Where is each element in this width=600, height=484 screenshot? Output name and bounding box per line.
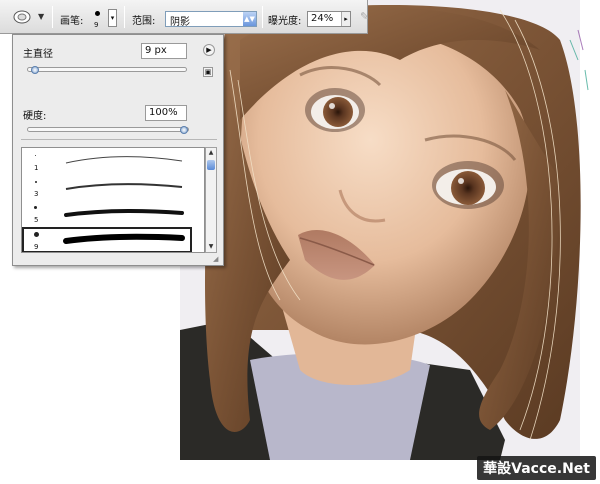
tool-preset-arrow-icon[interactable]: ▼ [38, 12, 44, 21]
brush-size-text: 9 [94, 21, 99, 29]
exposure-slider-button[interactable]: ▸ [341, 12, 350, 26]
brush-tip-icon [35, 155, 36, 156]
brush-preset-item-selected[interactable]: 9 [22, 227, 192, 252]
watermark: 華設Vacce.Net [477, 456, 596, 480]
hardness-slider[interactable] [27, 126, 189, 134]
divider [21, 139, 217, 140]
scroll-down-icon[interactable]: ▼ [206, 242, 216, 252]
slider-thumb[interactable] [180, 126, 188, 134]
brush-preset-list: 1 3 5 9 [21, 147, 205, 253]
brush-picker-panel: 主直径 9 px ▶ ▣ 硬度: 100% 1 3 5 9 ▲ ▼ ◢ [12, 34, 224, 266]
brush-stroke-preview [64, 208, 184, 217]
brush-tip-icon [95, 11, 100, 16]
brush-preset-size: 1 [34, 164, 39, 172]
hardness-input[interactable]: 100% [145, 105, 187, 121]
range-select[interactable]: 阴影 ▲▼ [165, 11, 257, 28]
master-diameter-slider[interactable] [27, 66, 187, 74]
panel-menu-arrow-icon[interactable]: ▶ [203, 44, 215, 56]
resize-grip-icon[interactable]: ◢ [213, 255, 221, 263]
brush-preview[interactable]: 9 [92, 8, 104, 30]
brush-tip-icon [34, 232, 39, 237]
brush-preset-item[interactable]: 1 [22, 149, 192, 175]
brush-label: 画笔: [60, 16, 84, 27]
brush-preset-size: 3 [34, 190, 39, 198]
divider [262, 6, 263, 28]
brush-picker-button[interactable]: ▾ [108, 9, 117, 27]
master-diameter-label: 主直径 [23, 49, 53, 60]
master-diameter-input[interactable]: 9 px [141, 43, 187, 59]
save-preset-icon[interactable]: ▣ [203, 67, 213, 77]
brush-preset-item[interactable]: 5 [22, 201, 192, 227]
divider [52, 6, 53, 28]
chevron-down-icon: ▲▼ [243, 12, 256, 26]
brush-tip-icon [35, 181, 37, 183]
options-bar: ▼ 画笔: 9 ▾ 范围: 阴影 ▲▼ 曝光度: 24% ▸ ✎ [0, 0, 370, 34]
brush-list-scrollbar[interactable]: ▲ ▼ [205, 147, 217, 253]
exposure-label: 曝光度: [268, 16, 302, 27]
scroll-up-icon[interactable]: ▲ [206, 148, 216, 158]
brush-preset-size: 5 [34, 216, 39, 224]
brush-stroke-preview [63, 233, 185, 244]
brush-tip-icon [34, 206, 37, 209]
brush-preset-item[interactable]: 3 [22, 175, 192, 201]
scrollbar-thumb[interactable] [207, 160, 215, 170]
brush-stroke-preview [65, 156, 183, 164]
range-label: 范围: [132, 16, 156, 27]
range-value: 阴影 [170, 17, 190, 28]
hardness-label: 硬度: [23, 111, 47, 122]
brush-preset-size: 9 [34, 243, 39, 251]
divider [124, 6, 125, 28]
slider-thumb[interactable] [31, 66, 39, 74]
dodge-burn-icon[interactable] [12, 8, 34, 26]
airbrush-icon[interactable]: ✎ [360, 10, 370, 26]
brush-stroke-preview [65, 183, 183, 190]
